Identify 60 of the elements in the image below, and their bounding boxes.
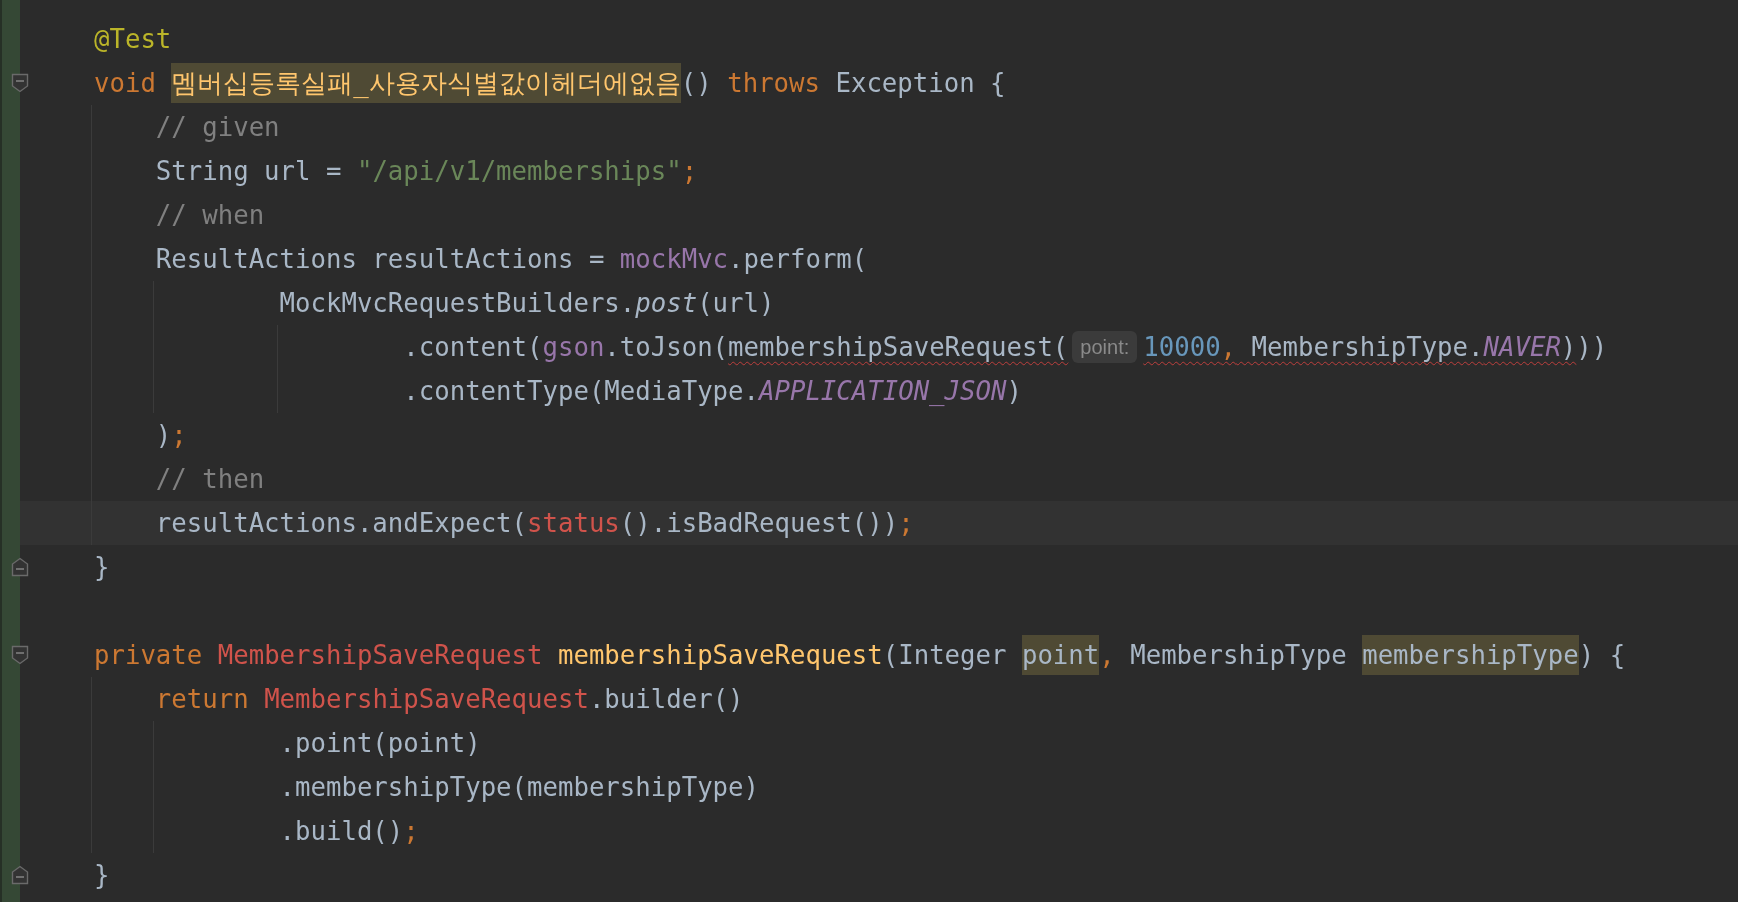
code-text: } <box>94 551 110 584</box>
collapse-icon[interactable] <box>11 645 29 665</box>
code-text: )) <box>1576 331 1608 364</box>
code-text: .toJson( <box>604 331 729 364</box>
constant-name: NAVER <box>1483 331 1561 364</box>
string-literal: "/api/v1/memberships" <box>356 155 682 188</box>
code-text: .builder() <box>588 683 744 716</box>
code-keyword: ; <box>171 419 187 452</box>
code-text: MockMvcRequestBuilders. <box>279 287 636 320</box>
code-text: point <box>1021 635 1100 675</box>
field-name: mockMvc <box>619 243 729 276</box>
code-text: MembershipType. <box>1250 331 1484 364</box>
code-keyword: ; <box>403 815 419 848</box>
code-comment: // given <box>155 111 280 144</box>
code-text: ) <box>1560 331 1577 364</box>
parameter-hint: point: <box>1072 331 1138 363</box>
code-text: ) { <box>1578 639 1626 672</box>
code-keyword: void <box>94 67 157 100</box>
code-keyword: , <box>1220 331 1237 364</box>
code-keyword: return <box>155 683 250 716</box>
code-text: MembershipSaveRequest <box>217 639 544 672</box>
code-text: } <box>94 859 110 892</box>
code-text: resultActions.andExpect( <box>155 507 528 540</box>
code-text: ().isBadRequest()) <box>619 507 899 540</box>
method-name: membershipSaveRequest <box>557 639 883 672</box>
code-text: .build() <box>279 815 404 848</box>
constant-name: APPLICATION_JSON <box>759 375 1007 408</box>
code-keyword: , <box>1099 639 1115 672</box>
code-keyword: throws <box>727 67 820 100</box>
code-comment: // then <box>155 463 265 496</box>
code-text: Exception { <box>834 67 1006 100</box>
code-text: MembershipSaveRequest <box>264 683 589 716</box>
code-text: MembershipType <box>1129 639 1348 672</box>
code-text: .point(point) <box>279 727 481 760</box>
code-keyword: ; <box>681 155 698 188</box>
code-text: membershipSaveRequest( <box>728 331 1069 364</box>
method-name: post <box>635 287 698 320</box>
fold-end-icon[interactable] <box>11 865 29 885</box>
number-literal: 10000 <box>1143 331 1221 364</box>
code-text: ResultActions resultActions = <box>155 243 606 276</box>
code-text: .content( <box>403 331 543 364</box>
code-keyword: private <box>94 639 204 672</box>
code-text: ) <box>155 419 172 452</box>
code-text: (url) <box>697 287 775 320</box>
method-name: 멤버십등록실패_사용자식별값이헤더에없음 <box>171 63 681 103</box>
code-text: status <box>527 507 620 540</box>
code-text: .perform( <box>728 243 868 276</box>
annotation: @Test <box>94 23 172 56</box>
fold-end-icon[interactable] <box>11 557 29 577</box>
code-text: .contentType(MediaType. <box>403 375 759 408</box>
code-text: ) <box>1006 375 1022 408</box>
field-name: gson <box>542 331 605 364</box>
code-text: membershipType <box>1362 635 1579 675</box>
code-comment: // when <box>155 199 265 232</box>
code-text: .membershipType(membershipType) <box>279 771 759 804</box>
code-text: (Integer <box>882 639 1008 672</box>
code-text: String url = <box>155 155 343 188</box>
code-text: () <box>680 67 713 100</box>
collapse-icon[interactable] <box>11 73 29 93</box>
code-keyword: ; <box>898 507 914 540</box>
